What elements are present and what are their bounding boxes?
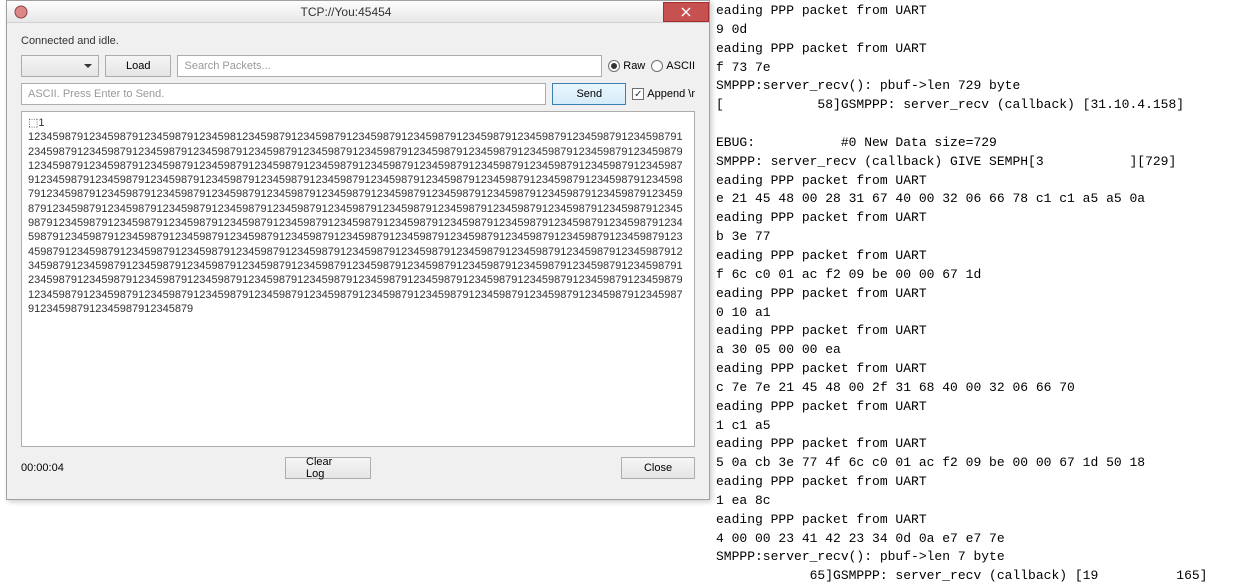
console-output: eading PPP packet from UART 9 0d eading … bbox=[716, 0, 1252, 516]
close-button[interactable]: Close bbox=[621, 457, 695, 479]
window-close-button[interactable] bbox=[663, 2, 709, 22]
status-text: Connected and idle. bbox=[21, 35, 695, 47]
load-button[interactable]: Load bbox=[105, 55, 171, 77]
search-input[interactable]: Search Packets... bbox=[177, 55, 602, 77]
append-label: Append \r bbox=[647, 88, 695, 100]
ascii-input[interactable]: ASCII. Press Enter to Send. bbox=[21, 83, 546, 105]
clear-log-button[interactable]: Clear Log bbox=[285, 457, 371, 479]
radio-unchecked-icon bbox=[651, 60, 663, 72]
raw-label: Raw bbox=[623, 60, 645, 72]
app-icon bbox=[13, 4, 29, 20]
raw-radio[interactable]: Raw bbox=[608, 60, 645, 72]
ascii-radio[interactable]: ASCII bbox=[651, 60, 695, 72]
row-load: Load Search Packets... Raw ASCII bbox=[21, 55, 695, 77]
ascii-label: ASCII bbox=[666, 60, 695, 72]
radio-checked-icon bbox=[608, 60, 620, 72]
send-button[interactable]: Send bbox=[552, 83, 626, 105]
row-send: ASCII. Press Enter to Send. Send ✓ Appen… bbox=[21, 83, 695, 105]
titlebar: TCP://You:45454 bbox=[7, 1, 709, 23]
checkbox-checked-icon: ✓ bbox=[632, 88, 644, 100]
log-area[interactable]: ⬚1 1234598791234598791234598791234598123… bbox=[21, 111, 695, 447]
dialog-content: Connected and idle. Load Search Packets.… bbox=[7, 23, 709, 491]
timer-text: 00:00:04 bbox=[21, 462, 64, 474]
window-title: TCP://You:45454 bbox=[29, 5, 663, 19]
bottom-row: 00:00:04 Clear Log Close bbox=[21, 457, 695, 479]
dialog-window: TCP://You:45454 Connected and idle. Load… bbox=[6, 0, 710, 500]
append-checkbox[interactable]: ✓ Append \r bbox=[632, 88, 695, 100]
connection-dropdown[interactable] bbox=[21, 55, 99, 77]
